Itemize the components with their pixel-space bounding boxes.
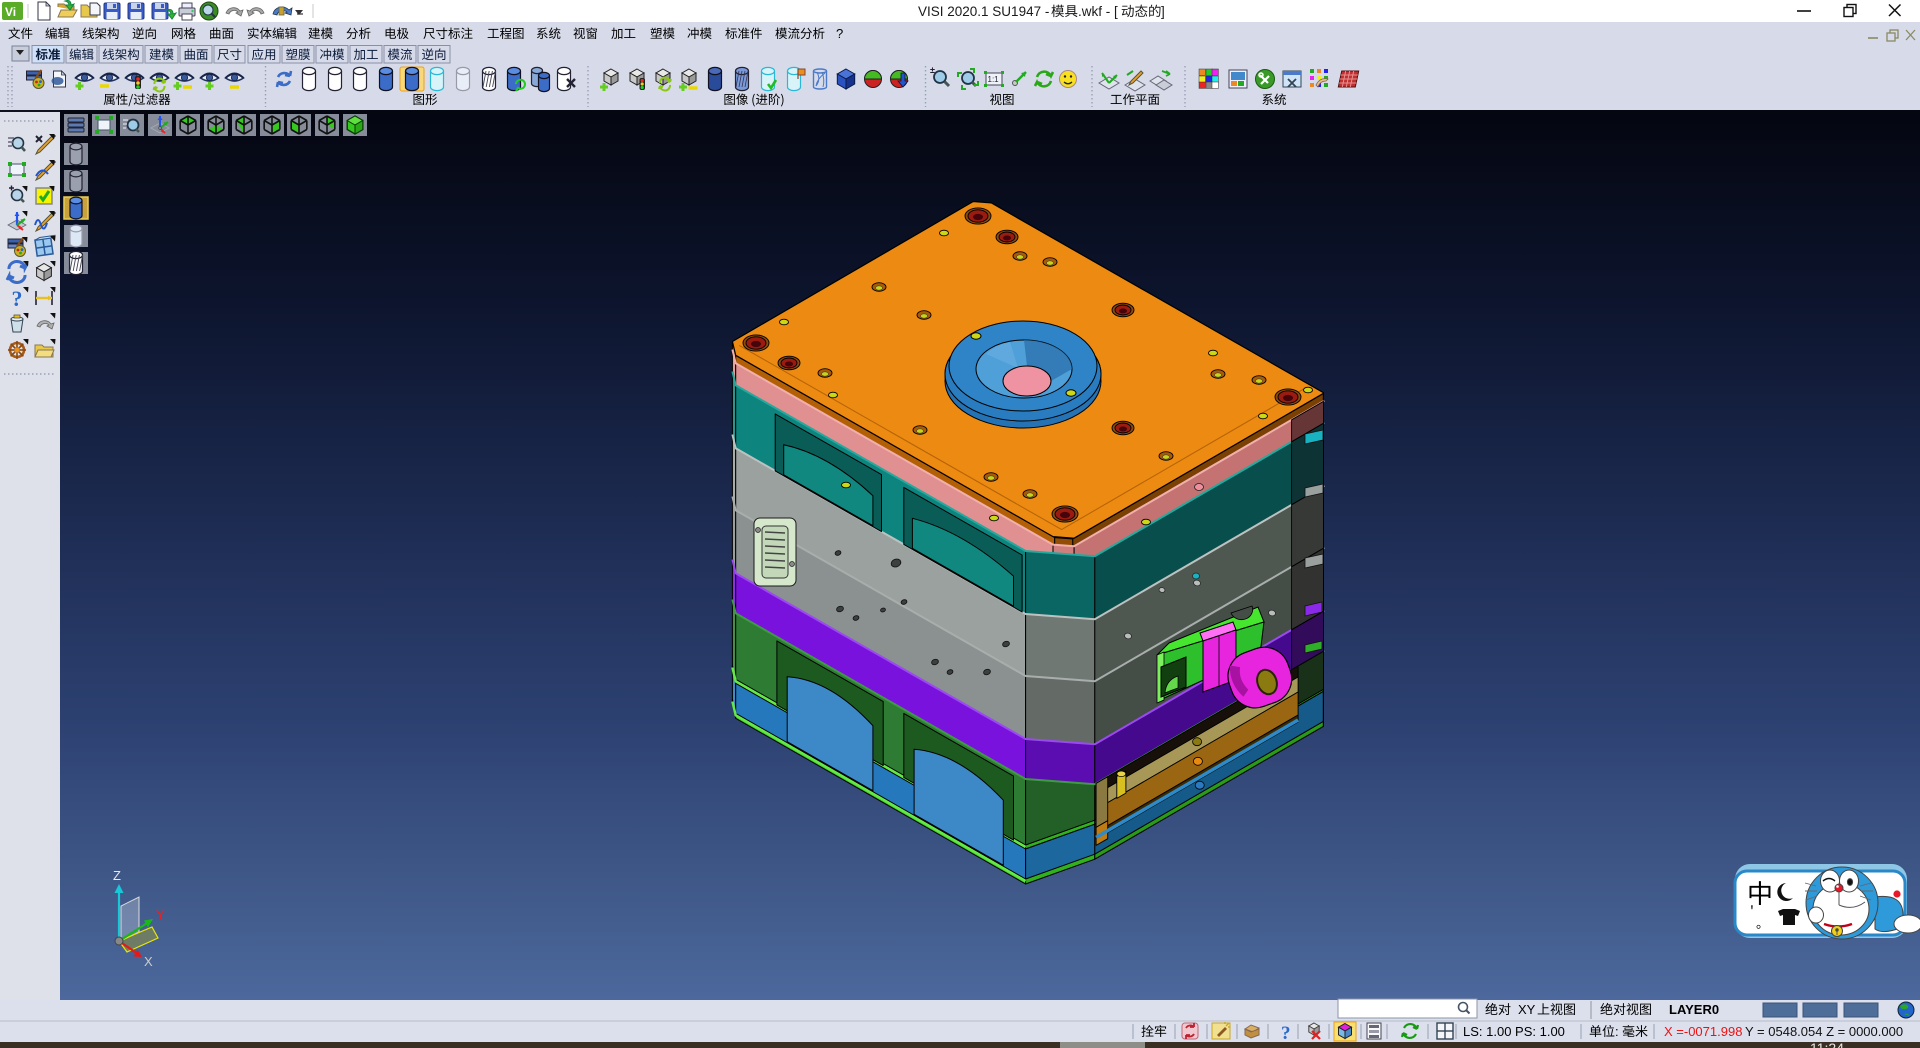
- svg-text:VISI 2020.1 SU1947 -: VISI 2020.1 SU1947 -: [918, 4, 1049, 19]
- svg-text:X: X: [144, 954, 153, 969]
- svg-text:LAYER0: LAYER0: [1669, 1002, 1719, 1017]
- svg-text:XY: XY: [1518, 1002, 1536, 1017]
- svg-text:LS: 1.00 PS: 1.00: LS: 1.00 PS: 1.00: [1463, 1024, 1565, 1039]
- svg-text:Y: Y: [156, 907, 165, 922]
- svg-text:11:24: 11:24: [1810, 1040, 1844, 1048]
- svg-text:?: ?: [12, 286, 23, 311]
- svg-text:?: ?: [1281, 1023, 1291, 1044]
- svg-text::: :: [1615, 1024, 1619, 1039]
- svg-text:]: ]: [1161, 4, 1165, 19]
- svg-text:?: ?: [836, 26, 843, 41]
- svg-text:X =-0071.998: X =-0071.998: [1664, 1024, 1742, 1039]
- svg-text:Z: Z: [113, 868, 121, 883]
- svg-text:Y = 0548.054 Z = 0000.000: Y = 0548.054 Z = 0000.000: [1745, 1024, 1903, 1039]
- svg-text:1:1: 1:1: [988, 75, 1000, 84]
- svg-text:Vi: Vi: [5, 5, 16, 19]
- svg-text:±: ±: [930, 65, 935, 75]
- svg-text:.wkf - [: .wkf - [: [1078, 4, 1118, 19]
